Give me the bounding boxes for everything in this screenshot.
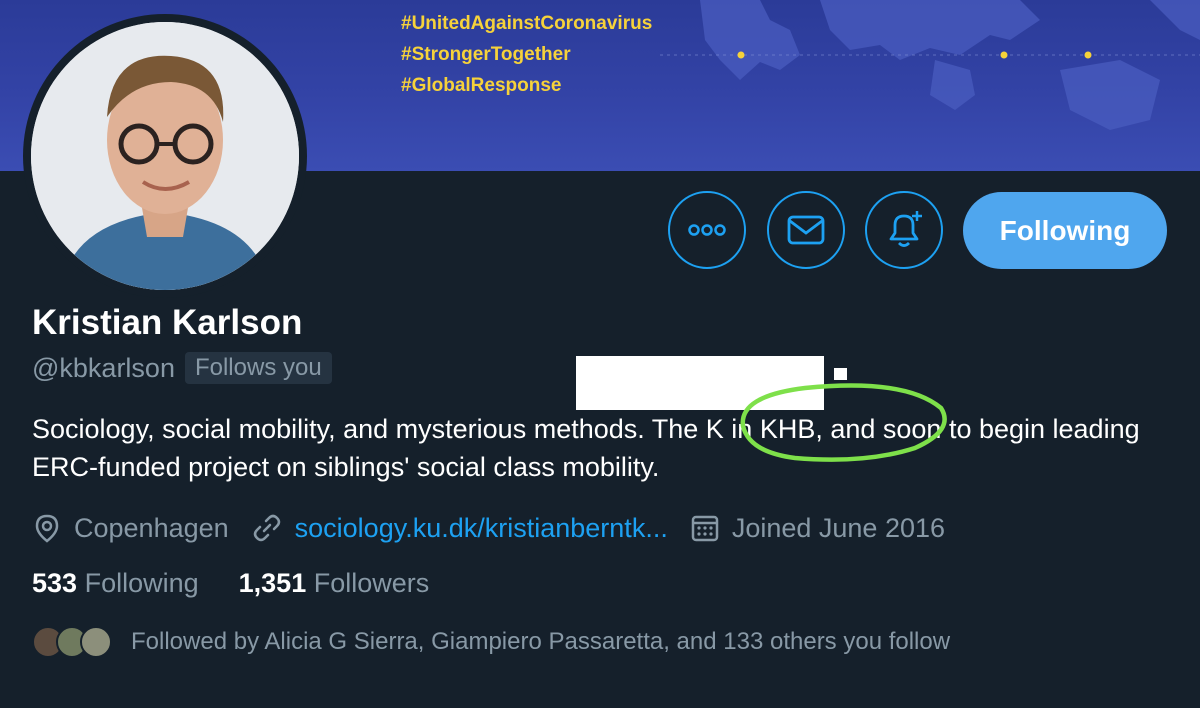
followed-by-row[interactable]: Followed by Alicia G Sierra, Giampiero P… <box>32 626 950 658</box>
location-item: Copenhagen <box>32 513 229 544</box>
more-horizontal-icon <box>688 224 726 236</box>
banner-hashtag: #UnitedAgainstCoronavirus <box>401 13 653 34</box>
notifications-button[interactable] <box>865 191 943 269</box>
following-label: Following <box>84 568 199 598</box>
bell-plus-icon <box>889 211 922 247</box>
website-link[interactable]: sociology.ku.dk/kristianberntk... <box>295 513 668 544</box>
website-item[interactable]: sociology.ku.dk/kristianberntk... <box>251 512 668 544</box>
handle-row: @kbkarlson Follows you <box>32 352 332 384</box>
avatar <box>80 626 112 658</box>
location-pin-icon <box>35 514 59 543</box>
follower-avatars <box>32 626 112 658</box>
profile-handle: @kbkarlson <box>32 352 175 383</box>
profile-avatar[interactable] <box>23 14 307 298</box>
person-portrait-graphic <box>31 22 299 290</box>
banner-hashtag: #StrongerTogether <box>401 44 571 65</box>
following-stat[interactable]: 533 Following <box>32 568 199 599</box>
profile-name: Kristian Karlson <box>32 303 303 342</box>
following-count: 533 <box>32 568 78 598</box>
profile-meta: Copenhagen sociology.ku.dk/kristianbernt… <box>32 508 967 548</box>
followed-by-text: Followed by Alicia G Sierra, Giampiero P… <box>131 628 951 655</box>
profile-bio: Sociology, social mobility, and mysterio… <box>32 414 1140 482</box>
banner-hashtag: #GlobalResponse <box>401 75 562 96</box>
followers-count: 1,351 <box>238 568 307 598</box>
avatar-photo <box>31 22 299 290</box>
mail-icon <box>787 215 825 245</box>
following-button[interactable]: Following <box>963 192 1167 269</box>
annotation-ellipse <box>740 383 947 462</box>
calendar-icon <box>691 515 719 542</box>
followers-stat[interactable]: 1,351 Followers <box>239 568 430 599</box>
more-options-button[interactable] <box>668 191 746 269</box>
message-button[interactable] <box>767 191 845 269</box>
profile-stats: 533 Following 1,351 Followers <box>32 568 429 599</box>
banner-hashtags: #UnitedAgainstCoronavirus #StrongerToget… <box>401 8 652 101</box>
followers-label: Followers <box>313 568 430 598</box>
location-text: Copenhagen <box>74 512 229 543</box>
follows-you-badge: Follows you <box>184 352 332 384</box>
joined-text: Joined June 2016 <box>731 512 946 543</box>
link-icon <box>253 514 280 542</box>
joined-item: Joined June 2016 <box>690 513 945 544</box>
